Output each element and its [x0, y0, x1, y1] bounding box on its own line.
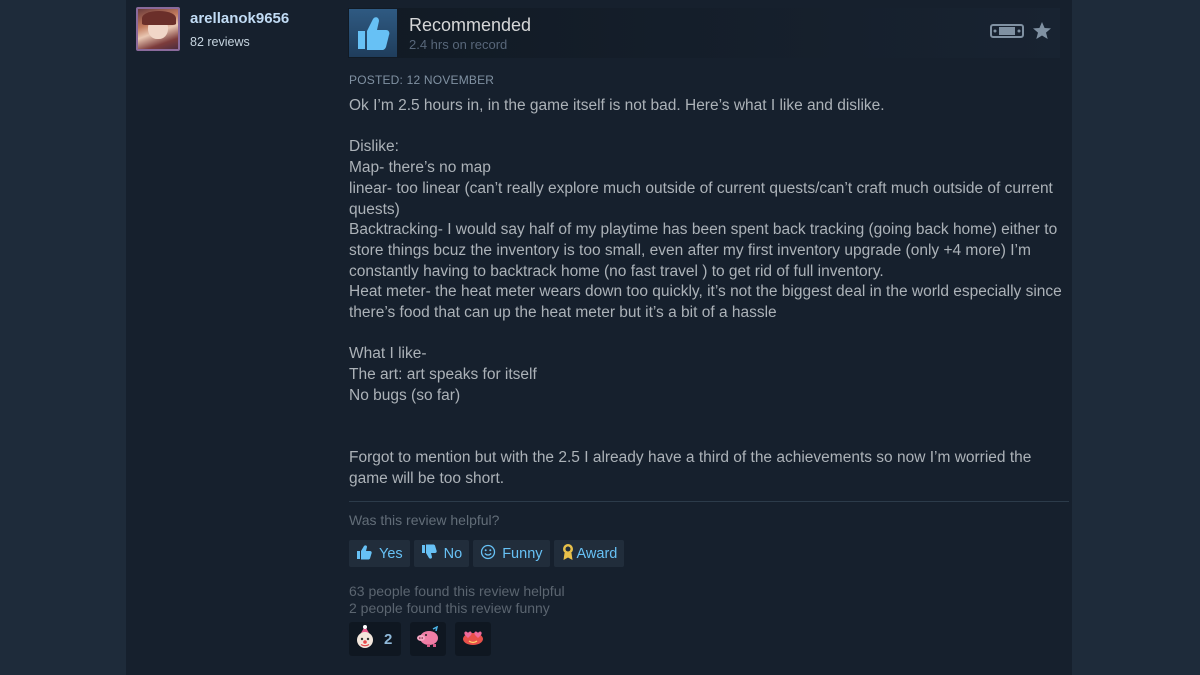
helpful-counts: 63 people found this review helpful 2 pe… — [349, 583, 565, 617]
award-item[interactable]: 2 — [349, 622, 402, 656]
review-line: What I like- — [349, 345, 427, 363]
review-line: Forgot to mention but with the 2.5 I alr… — [349, 448, 1032, 487]
award-label: Award — [576, 545, 618, 562]
author-name[interactable]: arellanok9656 — [190, 9, 289, 29]
funny-button[interactable]: Funny — [473, 540, 550, 567]
star-icon[interactable] — [1032, 21, 1052, 46]
heart-eyes-award-icon — [460, 627, 486, 652]
helpful-question: Was this review helpful? — [349, 512, 500, 528]
review-line — [349, 407, 1069, 428]
clown-award-icon — [354, 624, 376, 654]
posted-date: POSTED: 12 NOVEMBER — [349, 73, 495, 87]
vote-buttons: Yes No Funny Award — [349, 540, 625, 567]
review-header[interactable]: Recommended 2.4 hrs on record — [348, 8, 1060, 58]
no-button[interactable]: No — [413, 540, 470, 567]
review-line: No bugs (so far) — [349, 386, 461, 404]
page-background-right — [1072, 0, 1200, 675]
header-icons — [990, 21, 1052, 46]
funny-count: 2 people found this review funny — [349, 600, 550, 616]
yes-label: Yes — [379, 545, 403, 562]
smiley-icon — [480, 544, 496, 564]
review-line: Map- there’s no map — [349, 159, 491, 177]
thumbs-up-icon — [356, 544, 373, 564]
review-author: arellanok9656 82 reviews — [136, 7, 289, 51]
yes-button[interactable]: Yes — [349, 540, 410, 567]
review-line: linear- too linear (can’t really explore… — [349, 179, 1053, 218]
author-review-count[interactable]: 82 reviews — [190, 35, 289, 49]
author-meta: arellanok9656 82 reviews — [190, 7, 289, 51]
review-line: Dislike: — [349, 138, 399, 156]
recommendation-text: Recommended 2.4 hrs on record — [409, 14, 531, 52]
award-item[interactable] — [455, 622, 492, 656]
page-background-left — [0, 0, 126, 675]
no-label: No — [443, 545, 463, 562]
review-line: Backtracking- I would say half of my pla… — [349, 221, 1058, 280]
award-ribbon-icon — [561, 543, 575, 565]
review-line: The art: art speaks for itself — [349, 366, 537, 384]
review-body: Ok I’m 2.5 hours in, in the game itself … — [349, 96, 1069, 489]
award-item[interactable] — [410, 622, 447, 656]
steam-deck-icon — [990, 23, 1024, 44]
pig-award-icon — [415, 625, 441, 653]
awards-row: 2 — [349, 622, 492, 656]
hours-on-record: 2.4 hrs on record — [409, 37, 508, 52]
thumbs-down-icon — [421, 544, 438, 564]
divider — [349, 501, 1069, 502]
funny-label: Funny — [502, 545, 543, 562]
helpful-count: 63 people found this review helpful — [349, 583, 565, 599]
recommendation-title: Recommended — [409, 15, 532, 35]
review-line — [349, 117, 1069, 138]
review-line — [349, 324, 1069, 345]
avatar[interactable] — [136, 7, 180, 51]
review-line — [349, 427, 1069, 448]
review-card: arellanok9656 82 reviews Recommended 2.4… — [126, 0, 1072, 675]
award-button[interactable]: Award — [553, 540, 625, 567]
review-line: Ok I’m 2.5 hours in, in the game itself … — [349, 97, 885, 114]
award-count: 2 — [384, 630, 393, 648]
thumbs-up-icon — [349, 9, 397, 57]
review-line: Heat meter- the heat meter wears down to… — [349, 283, 1062, 322]
